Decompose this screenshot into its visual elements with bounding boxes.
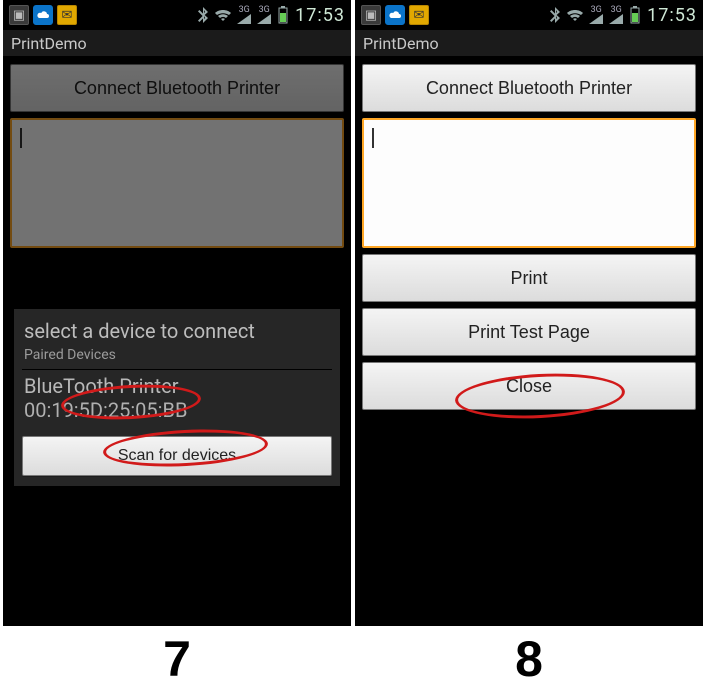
device-item[interactable]: BlueTooth Printer 00:19:5D:25:05:BB [22,369,332,430]
mail-icon: ✉ [57,5,77,25]
gallery-icon: ▣ [361,5,381,25]
screen-7: ▣ ✉ 3G 3G [3,0,351,626]
battery-icon [629,6,641,24]
bluetooth-icon [549,7,561,23]
app-title: PrintDemo [355,30,703,58]
cloud-icon [385,5,405,25]
signal-2-icon: 3G [609,6,623,24]
signal-1-icon: 3G [589,6,603,24]
dialog-subtitle: Paired Devices [22,347,332,369]
screen-8: ▣ ✉ 3G 3G [355,0,703,626]
device-dialog: select a device to connect Paired Device… [13,308,341,487]
print-button[interactable]: Print [362,254,696,302]
figure-label-8: 8 [355,626,703,688]
app-title: PrintDemo [3,30,351,58]
print-test-page-button[interactable]: Print Test Page [362,308,696,356]
clock: 17:53 [647,5,697,26]
device-mac: 00:19:5D:25:05:BB [24,398,330,422]
device-name: BlueTooth Printer [24,374,330,398]
figure-label-7: 7 [3,626,351,688]
connect-printer-button[interactable]: Connect Bluetooth Printer [362,64,696,112]
battery-icon [277,6,289,24]
dialog-title: select a device to connect [22,315,332,347]
bluetooth-icon [197,7,209,23]
text-cursor [372,128,374,148]
wifi-icon [567,9,583,21]
gallery-icon: ▣ [9,5,29,25]
status-bar: ▣ ✉ 3G 3G [355,0,703,30]
wifi-icon [215,9,231,21]
clock: 17:53 [295,5,345,26]
signal-1-icon: 3G [237,6,251,24]
mail-icon: ✉ [409,5,429,25]
status-bar: ▣ ✉ 3G 3G [3,0,351,30]
signal-2-icon: 3G [257,6,271,24]
text-input[interactable] [362,118,696,248]
scan-devices-button[interactable]: Scan for devices [22,436,332,476]
cloud-icon [33,5,53,25]
close-button[interactable]: Close [362,362,696,410]
